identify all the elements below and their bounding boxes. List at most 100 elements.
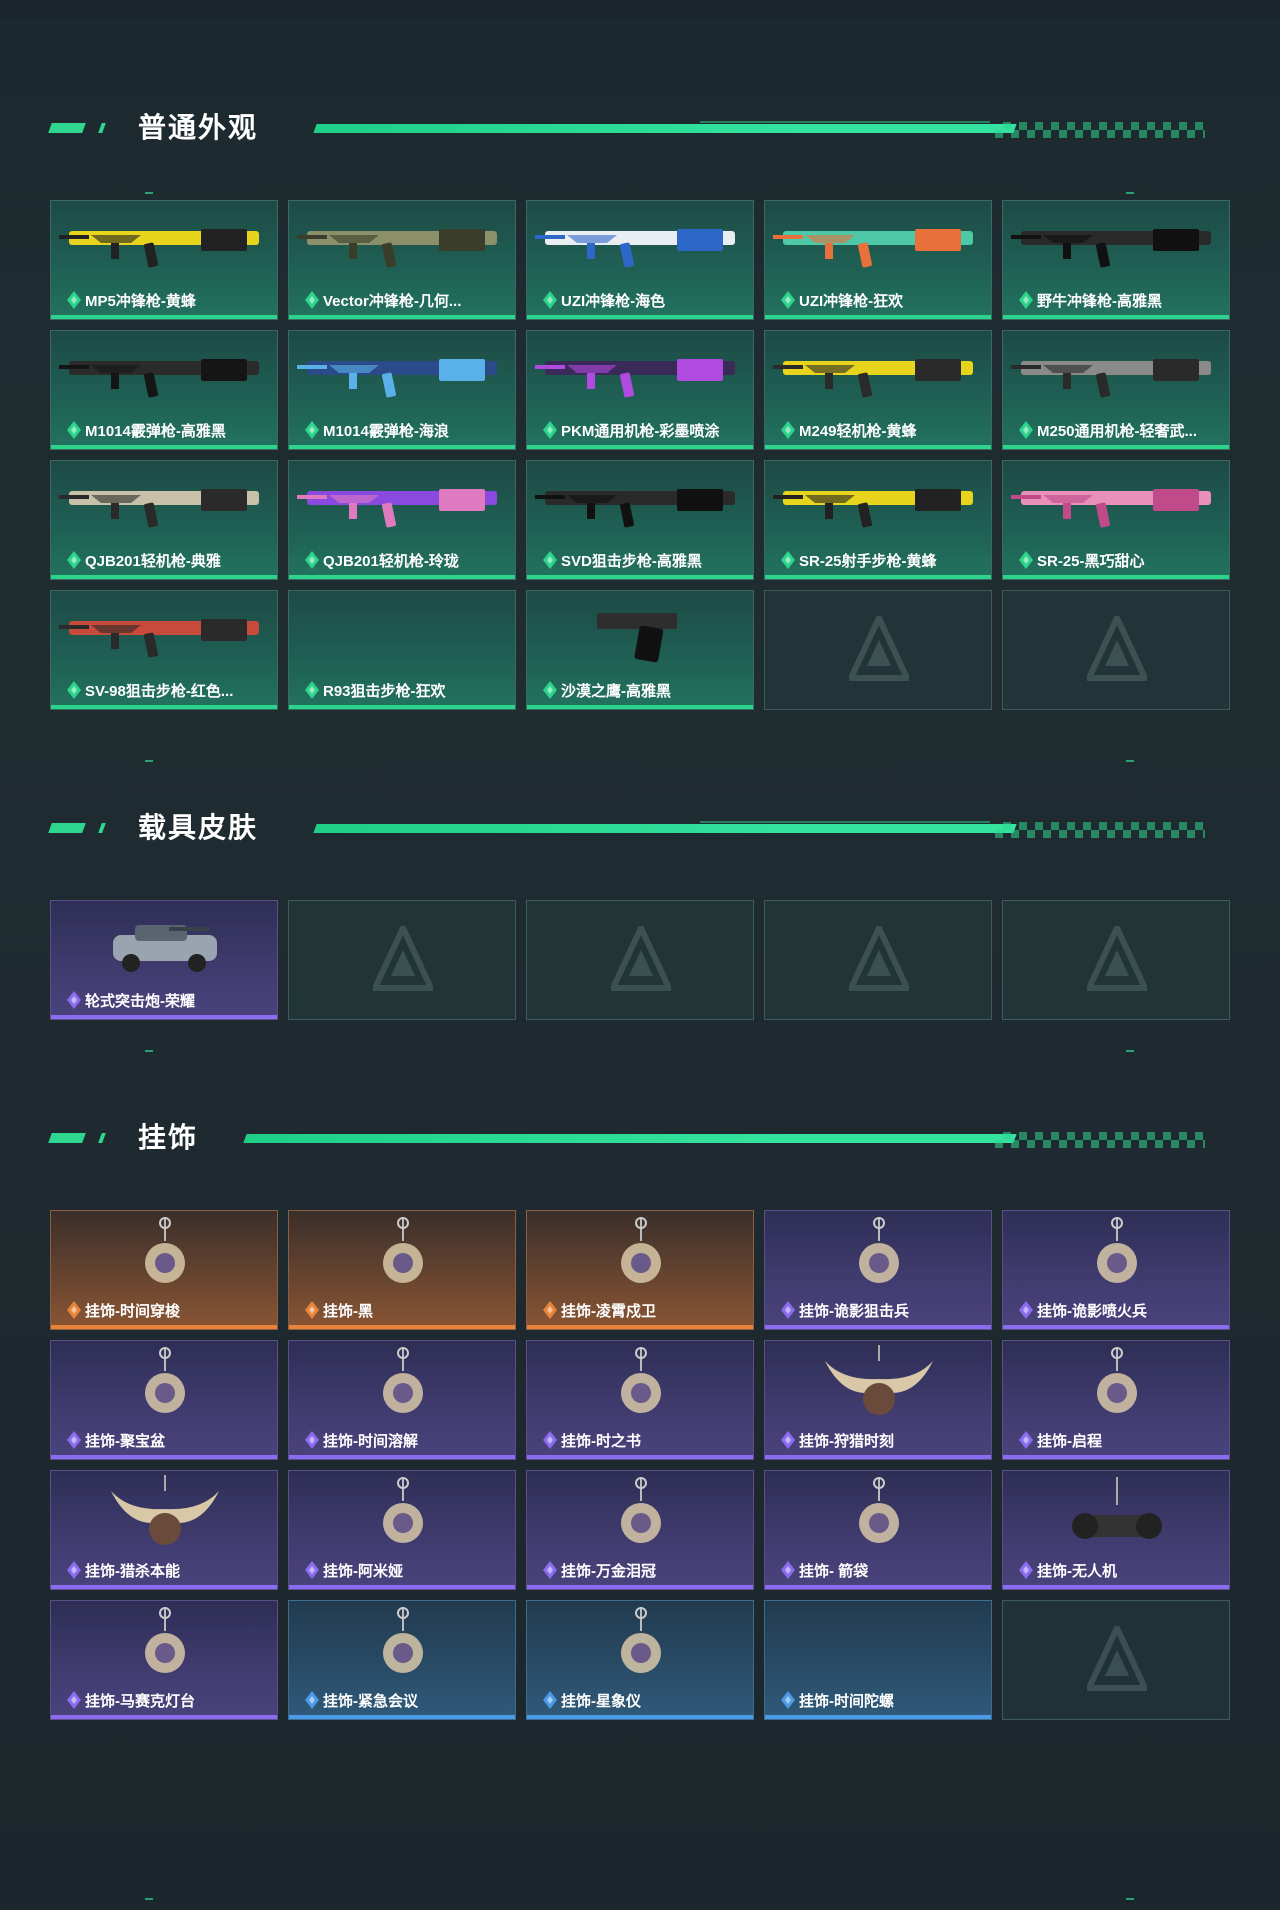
item-label: 挂饰-时之书 [561, 1433, 641, 1450]
header-checker-pattern [995, 822, 1205, 838]
rarity-diamond-icon [781, 1431, 795, 1449]
item-label: 挂饰-凌霄戍卫 [561, 1303, 656, 1320]
item-card[interactable]: 挂饰-无人机 [1002, 1470, 1230, 1590]
rarity-bar [527, 1715, 753, 1719]
item-card[interactable]: SR-25-黑巧甜心 [1002, 460, 1230, 580]
rarity-bar [527, 445, 753, 449]
lmg-purple-icon [289, 461, 515, 547]
item-card[interactable]: SR-25射手步枪-黄蜂 [764, 460, 992, 580]
item-card[interactable]: 挂饰-启程 [1002, 1340, 1230, 1460]
rarity-diamond-icon [305, 551, 319, 569]
item-label: M1014霰弹枪-高雅黑 [85, 423, 226, 440]
rarity-bar [289, 575, 515, 579]
section-normal-skins: 普通外观 MP5冲锋枪-黄蜂 Vector冲锋枪-几何... UZI冲锋枪-海色 [0, 108, 1280, 710]
item-card[interactable]: SVD狙击步枪-高雅黑 [526, 460, 754, 580]
item-label: M1014霰弹枪-海浪 [323, 423, 449, 440]
mg-grey-icon [1003, 331, 1229, 417]
rarity-bar [1003, 1585, 1229, 1589]
item-label: MP5冲锋枪-黄蜂 [85, 293, 196, 310]
rarity-diamond-icon [1019, 1431, 1033, 1449]
item-label: 挂饰-紧急会议 [323, 1693, 418, 1710]
item-label: R93狙击步枪-狂欢 [323, 683, 446, 700]
rarity-bar [765, 445, 991, 449]
item-card[interactable]: 挂饰-诡影喷火兵 [1002, 1210, 1230, 1330]
item-card[interactable]: 挂饰-万金泪冠 [526, 1470, 754, 1590]
item-card[interactable]: 挂饰- 箭袋 [764, 1470, 992, 1590]
charm-icon [51, 1341, 277, 1427]
rarity-diamond-icon [543, 1691, 557, 1709]
item-label: 挂饰-万金泪冠 [561, 1563, 656, 1580]
rarity-diamond-icon [543, 1431, 557, 1449]
charm-icon [289, 1341, 515, 1427]
header-line [313, 124, 1017, 133]
item-label: 沙漠之鹰-高雅黑 [561, 683, 671, 700]
rarity-bar [765, 1325, 991, 1329]
item-card[interactable]: 挂饰-时间陀螺 [764, 1600, 992, 1720]
placeholder-logo-icon [608, 920, 674, 992]
item-card[interactable]: 挂饰-紧急会议 [288, 1600, 516, 1720]
header-checker-pattern [995, 122, 1205, 138]
skin-grid: MP5冲锋枪-黄蜂 Vector冲锋枪-几何... UZI冲锋枪-海色 UZI冲… [50, 200, 1230, 710]
rarity-diamond-icon [543, 1301, 557, 1319]
item-card[interactable]: R93狙击步枪-狂欢 [288, 590, 516, 710]
item-card[interactable]: M250通用机枪-轻奢武... [1002, 330, 1230, 450]
antler-charm-icon [765, 1341, 991, 1427]
item-card[interactable]: 野牛冲锋枪-高雅黑 [1002, 200, 1230, 320]
rarity-bar [51, 1325, 277, 1329]
item-card[interactable]: 挂饰-凌霄戍卫 [526, 1210, 754, 1330]
item-card[interactable]: M1014霰弹枪-海浪 [288, 330, 516, 450]
item-card[interactable]: 挂饰-诡影狙击兵 [764, 1210, 992, 1330]
rarity-bar [51, 1455, 277, 1459]
item-card[interactable]: 挂饰-星象仪 [526, 1600, 754, 1720]
item-card[interactable]: 沙漠之鹰-高雅黑 [526, 590, 754, 710]
item-card[interactable]: SV-98狙击步枪-红色... [50, 590, 278, 710]
item-card[interactable]: 轮式突击炮-荣耀 [50, 900, 278, 1020]
item-label: 挂饰-诡影狙击兵 [799, 1303, 909, 1320]
section-title: 挂饰 [138, 1122, 199, 1153]
rarity-diamond-icon [781, 1691, 795, 1709]
item-card[interactable]: M1014霰弹枪-高雅黑 [50, 330, 278, 450]
item-card[interactable]: UZI冲锋枪-海色 [526, 200, 754, 320]
item-card[interactable]: UZI冲锋枪-狂欢 [764, 200, 992, 320]
rarity-diamond-icon [67, 421, 81, 439]
item-label: 挂饰-启程 [1037, 1433, 1102, 1450]
rarity-diamond-icon [67, 1431, 81, 1449]
rarity-bar [765, 1455, 991, 1459]
item-card[interactable]: 挂饰-阿米娅 [288, 1470, 516, 1590]
item-card[interactable]: 挂饰-马赛克灯台 [50, 1600, 278, 1720]
item-label: SR-25-黑巧甜心 [1037, 553, 1145, 570]
rarity-diamond-icon [781, 1301, 795, 1319]
rarity-diamond-icon [781, 421, 795, 439]
charm-icon [289, 1471, 515, 1557]
header-accent-bar [48, 1133, 86, 1143]
item-label: 挂饰-时间穿梭 [85, 1303, 180, 1320]
item-card[interactable]: 挂饰-黑 [288, 1210, 516, 1330]
header-line [313, 824, 1017, 833]
item-card[interactable]: Vector冲锋枪-几何... [288, 200, 516, 320]
rarity-bar [289, 1585, 515, 1589]
item-card[interactable]: 挂饰-聚宝盆 [50, 1340, 278, 1460]
placeholder-logo-icon [846, 610, 912, 682]
vehicle-grid: 轮式突击炮-荣耀 [50, 900, 1230, 1030]
rarity-diamond-icon [1019, 1561, 1033, 1579]
item-card[interactable]: PKM通用机枪-彩墨喷涂 [526, 330, 754, 450]
item-card[interactable]: 挂饰-狩猎时刻 [764, 1340, 992, 1460]
rarity-bar [765, 1715, 991, 1719]
drone-charm-icon [1003, 1471, 1229, 1557]
item-card[interactable]: 挂饰-猎杀本能 [50, 1470, 278, 1590]
section-vehicle-skins: 载具皮肤 轮式突击炮-荣耀 [0, 808, 1280, 1028]
item-card[interactable]: 挂饰-时间穿梭 [50, 1210, 278, 1330]
decor-tick [145, 1050, 153, 1052]
decor-tick [1126, 1050, 1134, 1052]
item-card[interactable]: 挂饰-时之书 [526, 1340, 754, 1460]
item-card[interactable]: QJB201轻机枪-玲珑 [288, 460, 516, 580]
rarity-diamond-icon [67, 1301, 81, 1319]
header-accent-tick [98, 123, 106, 133]
item-card[interactable]: M249轻机枪-黄蜂 [764, 330, 992, 450]
item-label: 挂饰-马赛克灯台 [85, 1693, 195, 1710]
item-card[interactable]: MP5冲锋枪-黄蜂 [50, 200, 278, 320]
rarity-diamond-icon [1019, 1301, 1033, 1319]
item-card[interactable]: 挂饰-时间溶解 [288, 1340, 516, 1460]
item-card[interactable]: QJB201轻机枪-典雅 [50, 460, 278, 580]
rifle-pink-icon [1003, 461, 1229, 547]
